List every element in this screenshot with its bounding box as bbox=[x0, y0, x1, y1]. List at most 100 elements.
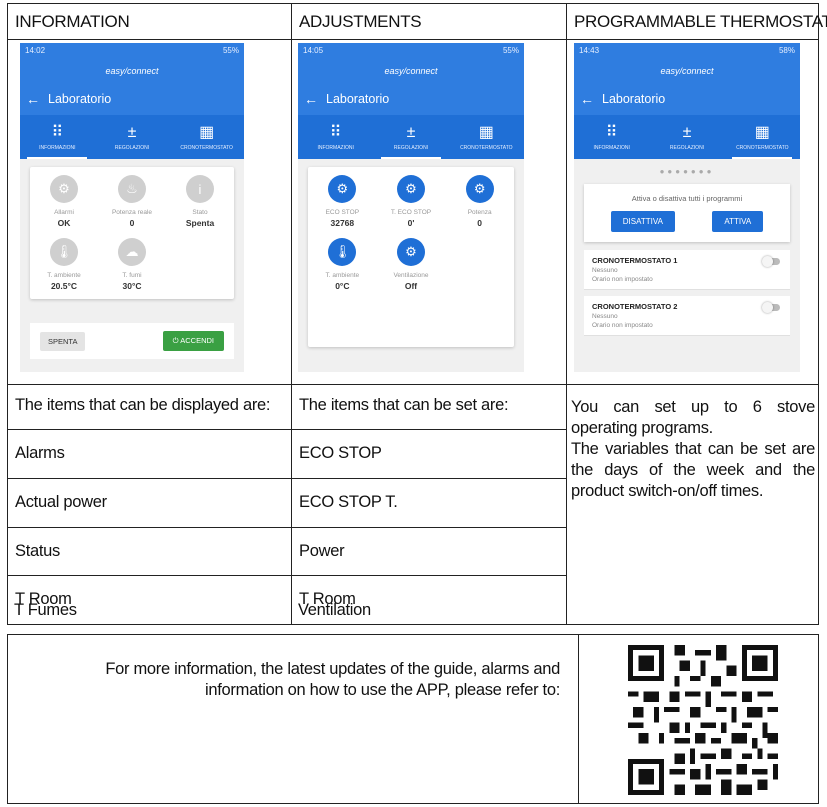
row-divider bbox=[8, 384, 818, 385]
tab-label: CRONOTERMOSTATO bbox=[460, 144, 513, 151]
col-divider bbox=[291, 4, 292, 624]
chrono-item[interactable]: CRONOTERMOSTATO 2 Nessuno Orario non imp… bbox=[584, 296, 790, 336]
smoke-icon: ☁ bbox=[118, 238, 146, 266]
brand-logo: easy/connect bbox=[298, 58, 524, 83]
chrono-toggle[interactable] bbox=[762, 302, 780, 313]
phone-adjustments-screenshot: 14:05 55% easy/connect ← Laboratorio ⠿ INFO… bbox=[298, 43, 524, 372]
col1-item: T Fumes bbox=[14, 601, 77, 619]
app-title: Laboratorio bbox=[602, 92, 666, 106]
tab-label: INFORMAZIONI bbox=[317, 144, 354, 151]
back-arrow-icon[interactable]: ← bbox=[580, 91, 594, 107]
gears-icon: ⚙ bbox=[465, 175, 494, 203]
status-bar: 14:43 58% bbox=[574, 43, 800, 58]
phone-thermostat-screenshot: 14:43 58% easy/connect ← Laboratorio ⠿ INFO… bbox=[574, 43, 800, 372]
chrono-days: Nessuno bbox=[592, 267, 618, 274]
tab-informazioni[interactable]: ⠿ INFORMAZIONI bbox=[298, 115, 373, 159]
info-item-troom: 🌡 T. ambiente 20.5°C bbox=[30, 238, 98, 291]
header-thermostat: PROGRAMMABLE THERMOSTAT bbox=[574, 12, 827, 31]
tab-bar: ⠿ INFORMAZIONI ± REGOLAZIONI ▦ CRONOTERMOST… bbox=[20, 115, 244, 159]
disable-all-button[interactable]: DISATTIVA bbox=[610, 211, 675, 232]
row-divider bbox=[8, 527, 566, 528]
action-bar: SPENTA ⏻ ACCENDI bbox=[30, 323, 234, 359]
on-button-label: ACCENDI bbox=[180, 336, 214, 345]
tab-label: REGOLAZIONI bbox=[669, 144, 705, 151]
item-label: Potenza reale bbox=[111, 209, 153, 216]
app-bar: ← Laboratorio bbox=[574, 83, 800, 115]
status-bar: 14:02 55% bbox=[20, 43, 244, 58]
item-value: OK bbox=[57, 218, 71, 228]
info-item-status: i Stato Spenta bbox=[166, 175, 234, 228]
item-value: 30°C bbox=[122, 281, 142, 291]
item-label: Potenza bbox=[467, 209, 492, 216]
item-value: 0' bbox=[407, 218, 415, 228]
item-label: T. ambiente bbox=[47, 272, 81, 279]
col2-item: Power bbox=[299, 542, 345, 560]
status-bar: 14:05 55% bbox=[298, 43, 524, 58]
adjust-item-power[interactable]: ⚙ Potenza 0 bbox=[445, 175, 514, 228]
on-button[interactable]: ⏻ ACCENDI bbox=[162, 331, 224, 351]
item-label: T. fumi bbox=[122, 272, 142, 279]
item-label: ECO STOP bbox=[325, 209, 360, 216]
col1-item: Status bbox=[15, 542, 60, 560]
thermometer-icon: 🌡 bbox=[328, 238, 357, 266]
tab-informazioni[interactable]: ⠿ INFORMAZIONI bbox=[574, 115, 649, 159]
info-item-tfumes: ☁ T. fumi 30°C bbox=[98, 238, 166, 291]
col-divider bbox=[578, 635, 579, 803]
tab-regolazioni[interactable]: ± REGOLAZIONI bbox=[373, 115, 448, 159]
calendar-icon: ▦ bbox=[478, 123, 494, 141]
item-value: 0 bbox=[129, 218, 135, 228]
status-time: 14:05 bbox=[303, 46, 324, 55]
battery-level: 58% bbox=[778, 46, 795, 55]
plus-minus-icon: ± bbox=[406, 123, 416, 141]
plus-minus-icon: ± bbox=[682, 123, 692, 141]
qr-code-icon[interactable] bbox=[628, 645, 778, 795]
status-time: 14:43 bbox=[579, 46, 600, 55]
item-value: 0°C bbox=[335, 281, 350, 291]
chrono-item[interactable]: CRONOTERMOSTATO 1 Nessuno Orario non imp… bbox=[584, 250, 790, 290]
back-arrow-icon[interactable]: ← bbox=[26, 91, 40, 107]
tab-cronotermostato[interactable]: ▦ CRONOTERMOSTATO bbox=[725, 115, 800, 159]
brand-logo: easy/connect bbox=[574, 58, 800, 83]
tab-regolazioni[interactable]: ± REGOLAZIONI bbox=[649, 115, 724, 159]
adjust-item-ecostop[interactable]: ⚙ ECO STOP 32768 bbox=[308, 175, 377, 228]
back-arrow-icon[interactable]: ← bbox=[304, 91, 318, 107]
gears-icon: ⚙ bbox=[396, 175, 425, 203]
adjust-item-ventilation[interactable]: ⚙ Ventilazione Off bbox=[377, 238, 446, 291]
col1-item: Actual power bbox=[15, 493, 107, 511]
status-time: 14:02 bbox=[25, 46, 46, 55]
adjust-card: ⚙ ECO STOP 32768 ⚙ T. ECO STOP 0' ⚙ Potenza 0 … bbox=[308, 167, 514, 347]
battery-level: 55% bbox=[222, 46, 239, 55]
tab-cronotermostato[interactable]: ▦ CRONOTERMOSTATO bbox=[449, 115, 524, 159]
item-value: Off bbox=[404, 281, 418, 291]
chrono-title: CRONOTERMOSTATO 2 bbox=[592, 302, 678, 311]
tab-regolazioni[interactable]: ± REGOLAZIONI bbox=[95, 115, 170, 159]
tab-informazioni[interactable]: ⠿ INFORMAZIONI bbox=[20, 115, 95, 159]
flame-icon: ♨ bbox=[118, 175, 146, 203]
adjust-item-tecostop[interactable]: ⚙ T. ECO STOP 0' bbox=[377, 175, 446, 228]
thermometer-icon: 🌡 bbox=[50, 238, 78, 266]
chrono-time: Orario non impostato bbox=[592, 276, 653, 283]
gears-icon: ⚙ bbox=[50, 175, 78, 203]
tab-cronotermostato[interactable]: ▦ CRONOTERMOSTATO bbox=[169, 115, 244, 159]
col-divider bbox=[566, 4, 567, 624]
app-bar: ← Laboratorio bbox=[20, 83, 244, 115]
gears-icon: ⚙ bbox=[328, 175, 357, 203]
chrono-title: CRONOTERMOSTATO 1 bbox=[592, 256, 678, 265]
adjust-item-troom[interactable]: 🌡 T. ambiente 0°C bbox=[308, 238, 377, 291]
app-title: Laboratorio bbox=[48, 92, 112, 106]
chrono-toggle[interactable] bbox=[762, 256, 780, 267]
grid-icon: ⠿ bbox=[51, 123, 64, 141]
calendar-icon: ▦ bbox=[754, 123, 770, 141]
thermostat-note: You can set up to 6 stove operating prog… bbox=[571, 398, 815, 500]
item-value: Spenta bbox=[185, 218, 215, 228]
grid-icon: ⠿ bbox=[329, 123, 342, 141]
item-label: Ventilazione bbox=[393, 272, 429, 279]
item-label: T. ambiente bbox=[325, 272, 360, 279]
header-information: INFORMATION bbox=[15, 12, 130, 31]
brand-logo: easy/connect bbox=[20, 58, 244, 83]
enable-all-button[interactable]: ATTIVA bbox=[712, 211, 764, 232]
tab-label: CRONOTERMOSTATO bbox=[736, 144, 789, 151]
off-button[interactable]: SPENTA bbox=[40, 331, 86, 351]
program-toggle-card: Attiva o disattiva tutti i programmi DIS… bbox=[584, 184, 790, 242]
more-info-text: For more information, the latest updates… bbox=[105, 660, 560, 699]
